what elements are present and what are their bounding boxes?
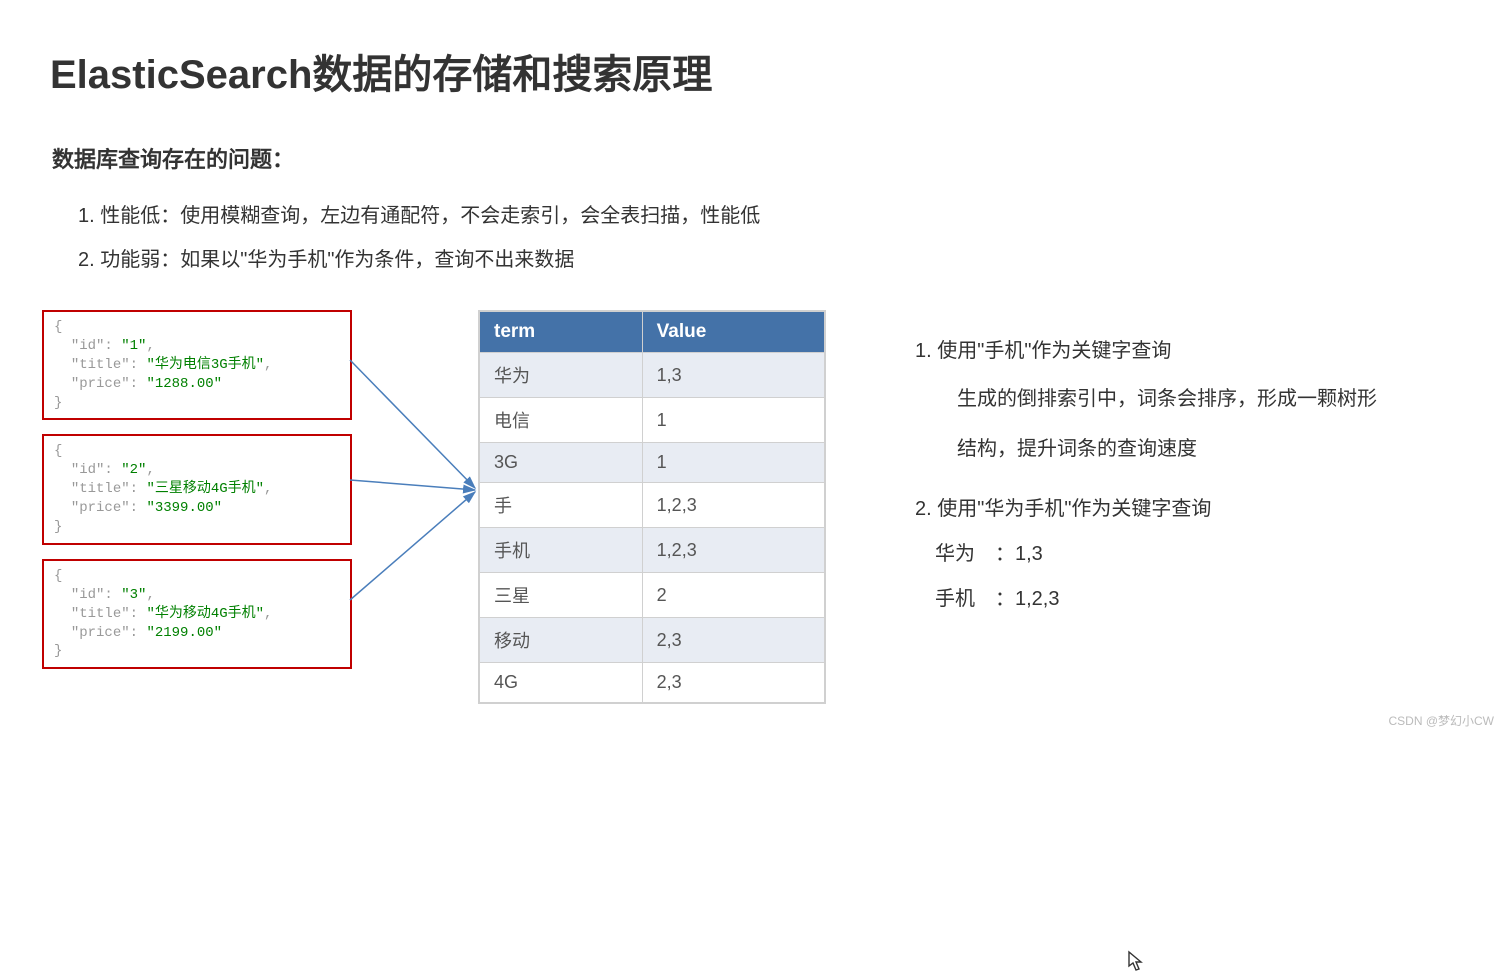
explanation-notes: 1. 使用"手机"作为关键字查询 生成的倒排索引中，词条会排序，形成一颗树形 结… [915,332,1485,611]
problem-list: 1. 性能低：使用模糊查询，左边有通配符，不会走索引，会全表扫描，性能低 2. … [0,174,1504,282]
watermark: CSDN @梦幻小CW [1388,712,1494,729]
table-row: 电信1 [480,398,825,443]
note-sub: 结构，提升词条的查询速度 [915,428,1485,470]
table-row: 三星2 [480,573,825,618]
list-item: 1. 性能低：使用模糊查询，左边有通配符，不会走索引，会全表扫描，性能低 [78,194,1504,238]
note-item: 2. 使用"华为手机"作为关键字查询 [915,492,1485,521]
list-item: 2. 功能弱：如果以"华为手机"作为条件，查询不出来数据 [78,238,1504,282]
inverted-index-table: term Value 华为1,3 电信1 3G1 手1,2,3 手机1,2,3 … [478,310,826,704]
json-documents: { "id": "1", "title": "华为电信3G手机", "price… [42,310,352,683]
json-doc-1: { "id": "1", "title": "华为电信3G手机", "price… [42,310,352,420]
note-sub: 生成的倒排索引中，词条会排序，形成一颗树形 [915,378,1485,420]
table-row: 4G2,3 [480,663,825,703]
json-doc-2: { "id": "2", "title": "三星移动4G手机", "price… [42,434,352,544]
note-item: 1. 使用"手机"作为关键字查询 [915,332,1485,370]
json-doc-3: { "id": "3", "title": "华为移动4G手机", "price… [42,559,352,669]
table-header-value: Value [642,312,824,353]
page-title: ElasticSearch数据的存储和搜索原理 [0,0,1504,100]
table-header-term: term [480,312,643,353]
table-row: 3G1 [480,443,825,483]
section-subtitle: 数据库查询存在的问题： [0,100,1504,174]
note-kv: 华为 ：1,3 [915,537,1485,566]
cursor-icon [1127,950,1145,978]
table-row: 手1,2,3 [480,483,825,528]
table-row: 手机1,2,3 [480,528,825,573]
note-kv: 手机 ：1,2,3 [915,582,1485,611]
table-row: 华为1,3 [480,353,825,398]
table-row: 移动2,3 [480,618,825,663]
